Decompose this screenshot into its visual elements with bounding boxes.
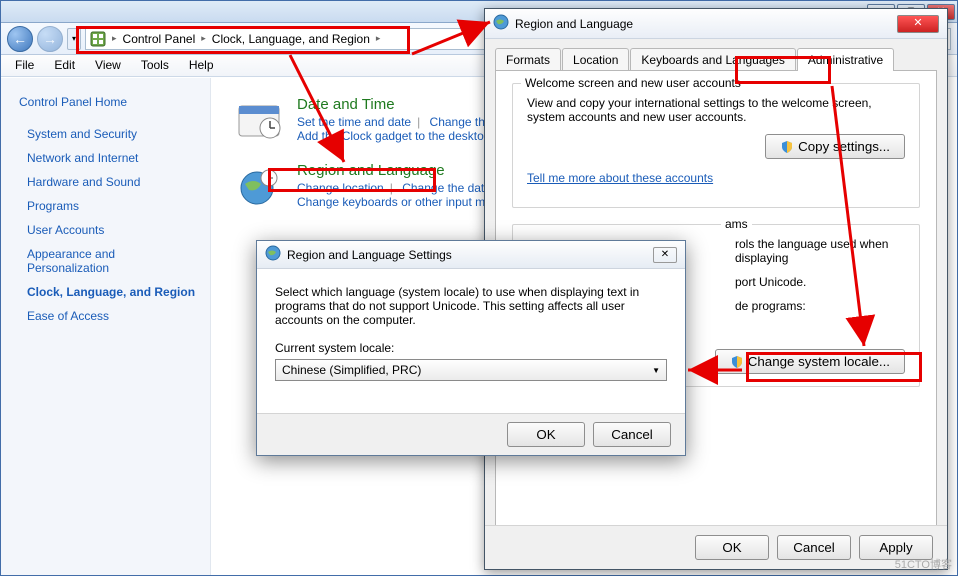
settings-footer: OK Cancel [257, 413, 685, 455]
shield-icon [730, 355, 744, 369]
settings-close-button[interactable]: ✕ [653, 247, 677, 263]
breadcrumb-sep-icon[interactable]: ▸ [376, 33, 381, 44]
breadcrumb-leaf[interactable]: Clock, Language, and Region [212, 32, 370, 46]
control-panel-icon [90, 31, 106, 47]
shield-icon [780, 140, 794, 154]
sidebar-home[interactable]: Control Panel Home [1, 90, 210, 114]
tab-row: Formats Location Keyboards and Languages… [495, 47, 937, 70]
region-language-settings-dialog: Region and Language Settings ✕ Select wh… [256, 240, 686, 456]
sidebar-item-user-accounts[interactable]: User Accounts [1, 218, 210, 242]
sidebar-item-network[interactable]: Network and Internet [1, 146, 210, 170]
tab-location[interactable]: Location [562, 48, 629, 71]
link-add-clock-gadget[interactable]: Add the Clock gadget to the desktop [297, 129, 490, 143]
settings-desc: Select which language (system locale) to… [275, 285, 667, 327]
breadcrumb-root[interactable]: Control Panel [123, 32, 196, 46]
menu-edit[interactable]: Edit [44, 55, 85, 76]
globe-icon [493, 14, 509, 33]
link-change-location[interactable]: Change location [297, 181, 384, 195]
sidebar-item-hardware[interactable]: Hardware and Sound [1, 170, 210, 194]
settings-title: Region and Language Settings [287, 248, 452, 262]
menu-view[interactable]: View [85, 55, 131, 76]
nav-history-dropdown[interactable]: ▾ [67, 28, 81, 50]
sidebar-item-appearance[interactable]: Appearance and Personalization [1, 242, 210, 280]
rl-cancel-button[interactable]: Cancel [777, 535, 851, 560]
menu-file[interactable]: File [5, 55, 44, 76]
region-language-titlebar: Region and Language ✕ [485, 9, 947, 39]
sidebar: Control Panel Home System and Security N… [1, 78, 211, 575]
menu-help[interactable]: Help [179, 55, 224, 76]
settings-cancel-button[interactable]: Cancel [593, 422, 671, 447]
region-language-title: Region and Language [515, 17, 633, 31]
clock-icon [235, 96, 283, 144]
sidebar-item-clock[interactable]: Clock, Language, and Region [1, 280, 210, 304]
tab-formats[interactable]: Formats [495, 48, 561, 71]
sidebar-item-system[interactable]: System and Security [1, 122, 210, 146]
settings-titlebar: Region and Language Settings ✕ [257, 241, 685, 269]
group-welcome-title: Welcome screen and new user accounts [521, 76, 745, 90]
change-system-locale-label: Change system locale... [748, 354, 890, 369]
sidebar-item-programs[interactable]: Programs [1, 194, 210, 218]
sidebar-item-ease[interactable]: Ease of Access [1, 304, 210, 328]
watermark: 51CTO博客 [895, 556, 952, 572]
tab-keyboards[interactable]: Keyboards and Languages [630, 48, 795, 71]
group-non-unicode-title-frag: ams [721, 217, 752, 231]
tell-me-more-link[interactable]: Tell me more about these accounts [527, 171, 713, 185]
rl-ok-button[interactable]: OK [695, 535, 769, 560]
system-locale-dropdown[interactable]: Chinese (Simplified, PRC) ▼ [275, 359, 667, 381]
chevron-down-icon: ▼ [652, 366, 660, 375]
menu-tools[interactable]: Tools [131, 55, 179, 76]
region-language-footer: OK Cancel Apply [485, 525, 947, 569]
system-locale-value: Chinese (Simplified, PRC) [282, 363, 421, 377]
change-system-locale-button[interactable]: Change system locale... [715, 349, 905, 374]
settings-ok-button[interactable]: OK [507, 422, 585, 447]
region-language-close-button[interactable]: ✕ [897, 15, 939, 33]
globe-icon [265, 245, 281, 264]
link-set-time[interactable]: Set the time and date [297, 115, 411, 129]
group-welcome-screen: Welcome screen and new user accounts Vie… [512, 83, 920, 208]
globe-icon [235, 162, 283, 210]
breadcrumb-sep-icon[interactable]: ▸ [112, 33, 117, 44]
copy-settings-button[interactable]: Copy settings... [765, 134, 905, 159]
group-welcome-desc: View and copy your international setting… [527, 96, 905, 124]
settings-body: Select which language (system locale) to… [257, 269, 685, 397]
breadcrumb-sep-icon[interactable]: ▸ [201, 33, 206, 44]
forward-button[interactable]: → [37, 26, 63, 52]
tab-administrative[interactable]: Administrative [797, 48, 894, 71]
settings-label: Current system locale: [275, 341, 667, 355]
back-button[interactable]: ← [7, 26, 33, 52]
copy-settings-label: Copy settings... [798, 139, 890, 154]
